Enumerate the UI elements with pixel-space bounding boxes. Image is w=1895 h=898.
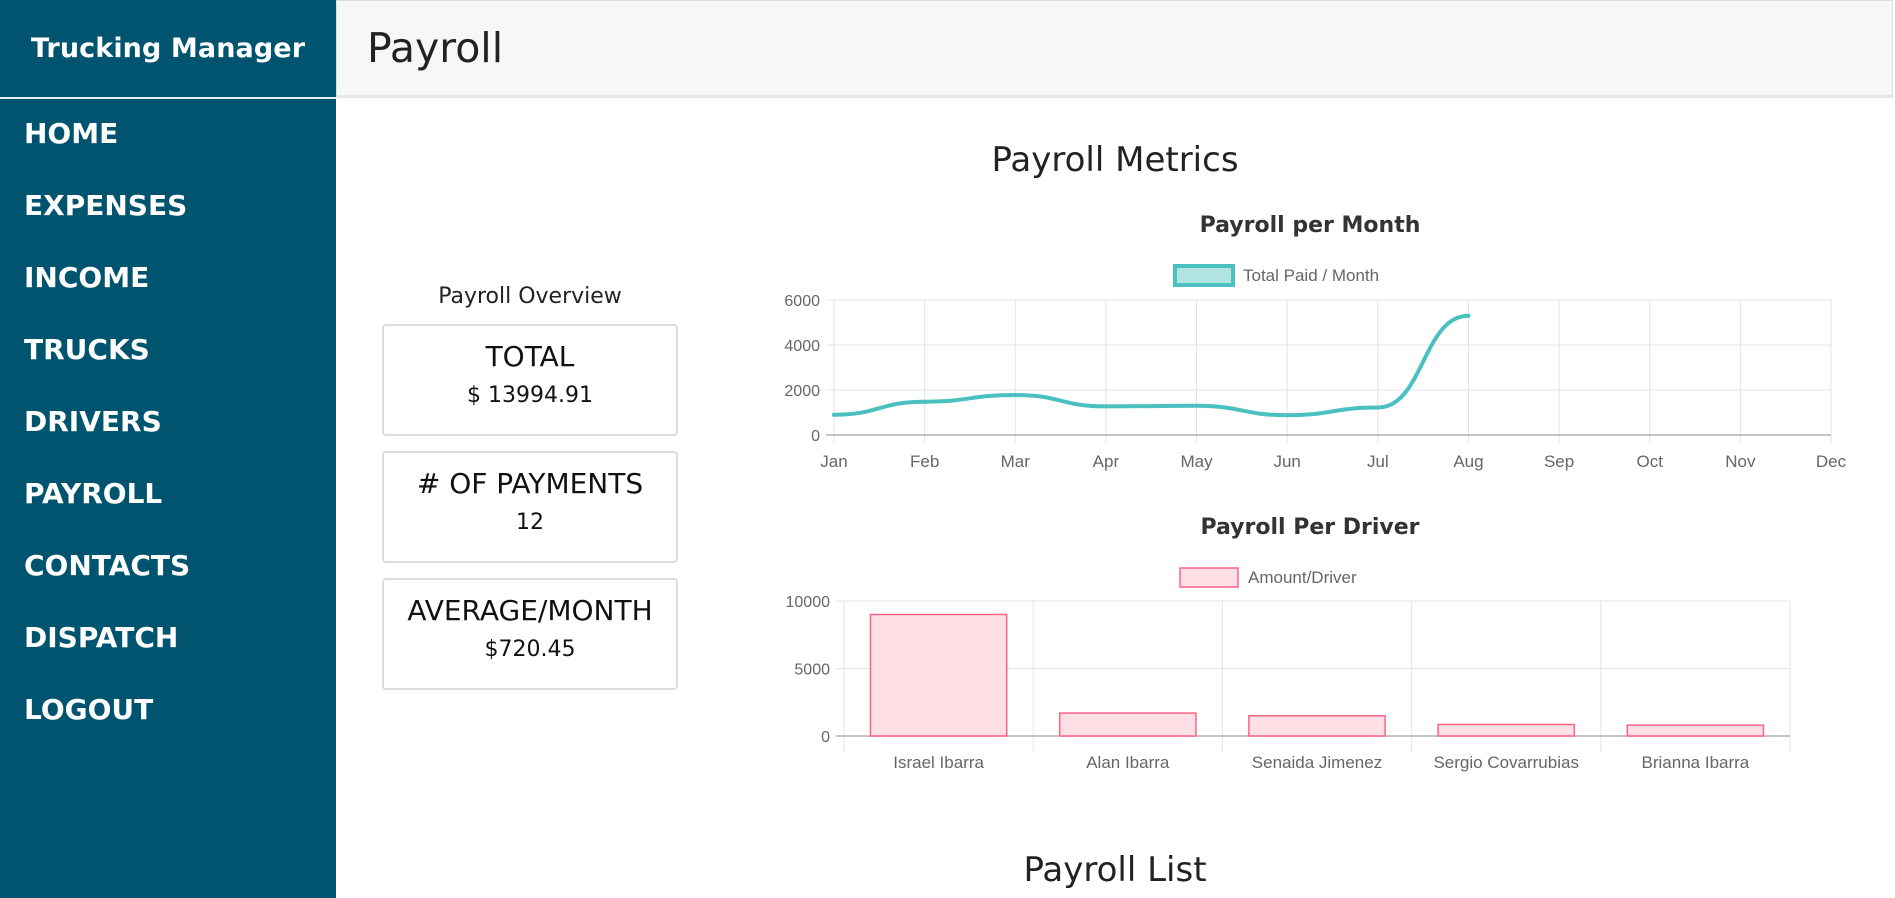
x-tick-label: Dec [1816,452,1847,471]
bar [1437,723,1576,737]
nav-item-trucks[interactable]: TRUCKS [0,313,336,385]
nav-item-expenses[interactable]: EXPENSES [0,169,336,241]
bar [869,613,1008,737]
bar [1058,712,1197,737]
x-tick-label: Nov [1725,452,1756,471]
average-month-label: AVERAGE/MONTH [407,594,653,627]
nav-item-dispatch[interactable]: DISPATCH [0,601,336,673]
x-tick-label: Oct [1637,452,1664,471]
legend-label-amount-driver: Amount/Driver [1248,568,1357,587]
nav-item-home[interactable]: HOME [0,97,336,169]
data-point [1194,403,1199,408]
x-tick-label: Jan [820,452,847,471]
y-tick-label: 2000 [784,383,820,400]
y-tick-label: 4000 [784,338,820,355]
total-value: $ 13994.91 [467,383,593,408]
legend-swatch-total-paid [1173,264,1235,287]
x-tick-label: Sergio Covarrubias [1433,753,1579,772]
x-tick-label: May [1180,452,1213,471]
data-point [1013,392,1018,397]
page-title: Payroll [367,24,504,72]
driver-payroll-chart: Amount/Driver 0 5000 10000 Israel Ibarra Alan… [786,567,1791,772]
nav-item-drivers[interactable]: DRIVERS [0,385,336,457]
monthly-payroll-chart: Total Paid / Month 0 2000 4000 6000 Jan Feb Mar… [784,264,1847,471]
driver-chart-title: Payroll Per Driver [1200,515,1420,540]
metrics-title: Payroll Metrics [991,140,1239,180]
x-tick-label: Jul [1367,452,1389,471]
data-point [832,412,836,417]
payments-count-value: 12 [516,510,544,535]
total-label: TOTAL [485,340,575,373]
y-tick-label: 0 [821,729,830,746]
legend-label-total-paid: Total Paid / Month [1243,266,1379,285]
x-tick-label: Sep [1544,452,1574,471]
y-tick-label: 10000 [786,594,831,611]
data-point [1103,404,1108,409]
average-month-card: AVERAGE/MONTH $720.45 [382,578,678,690]
nav-item-contacts[interactable]: CONTACTS [0,529,336,601]
nav-item-payroll[interactable]: PAYROLL [0,457,336,529]
monthly-chart-title: Payroll per Month [1199,213,1421,238]
x-tick-label: Mar [1001,452,1031,471]
sidebar-nav: HOME EXPENSES INCOME TRUCKS DRIVERS PAYR… [0,97,336,745]
data-point [922,399,927,404]
bar [1248,715,1386,737]
average-month-value: $720.45 [484,637,576,662]
payments-count-label: # OF PAYMENTS [416,467,644,500]
y-tick-label: 6000 [784,293,820,310]
payroll-list-title: Payroll List [1023,850,1207,890]
x-tick-label: Brianna Ibarra [1642,753,1750,772]
data-point [1375,405,1380,410]
x-tick-label: Feb [910,452,939,471]
legend-swatch-amount-driver [1179,567,1239,588]
total-card: TOTAL $ 13994.91 [382,324,678,436]
y-tick-label: 5000 [794,662,830,679]
y-tick-label: 0 [811,428,820,445]
x-tick-label: Senaida Jimenez [1252,753,1382,772]
nav-item-income[interactable]: INCOME [0,241,336,313]
x-tick-label: Jun [1273,452,1300,471]
data-point [1285,413,1290,418]
payments-count-card: # OF PAYMENTS 12 [382,451,678,563]
app-brand[interactable]: Trucking Manager [0,0,336,99]
series-line-total-paid [832,313,1471,418]
data-point [1466,313,1471,318]
overview-title: Payroll Overview [438,284,622,309]
x-tick-label: Alan Ibarra [1086,753,1170,772]
x-tick-label: Israel Ibarra [893,753,984,772]
nav-item-logout[interactable]: LOGOUT [0,673,336,745]
x-tick-label: Aug [1453,452,1483,471]
x-tick-label: Apr [1093,452,1120,471]
page-header: Payroll [336,0,1893,98]
bar [1626,724,1765,737]
sidebar: Trucking Manager HOME EXPENSES INCOME TR… [0,0,336,898]
